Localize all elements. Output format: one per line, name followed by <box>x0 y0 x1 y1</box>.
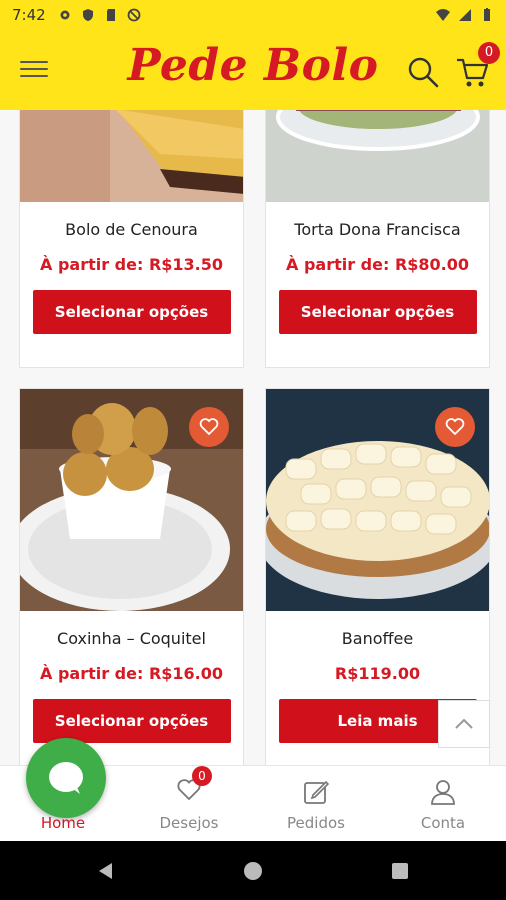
shield-icon <box>82 9 93 21</box>
product-price: À partir de: R$80.00 <box>285 255 470 274</box>
app-header: Pede Bolo <box>0 30 506 110</box>
cart-count-badge: 0 <box>478 42 500 64</box>
product-name[interactable]: Coxinha – Coquitel <box>20 629 243 648</box>
app-screen: 7:42 Pede Bolo 0 Bolo de Cenoura À parti… <box>0 0 506 900</box>
chat-bubble-icon <box>49 762 83 794</box>
status-time: 7:42 <box>12 6 46 24</box>
nav-item-orders[interactable]: Pedidos <box>253 766 379 842</box>
chevron-up-icon <box>455 719 473 729</box>
recents-icon[interactable] <box>390 861 410 881</box>
heart-icon <box>199 418 219 436</box>
product-price: À partir de: R$13.50 <box>39 255 224 274</box>
product-image <box>266 110 489 202</box>
select-options-button[interactable]: Selecionar opções <box>32 699 231 743</box>
wishlist-count-badge: 0 <box>192 766 212 786</box>
wifi-icon <box>436 9 450 21</box>
product-image <box>20 389 243 611</box>
edit-icon <box>304 780 330 804</box>
product-image <box>20 110 243 202</box>
select-options-button[interactable]: Selecionar opções <box>278 290 477 334</box>
gear-icon <box>60 10 70 20</box>
nav-item-wishlist[interactable]: Desejos <box>126 766 252 842</box>
user-icon <box>431 780 455 805</box>
nav-item-label: Conta <box>420 814 466 832</box>
signal-icon <box>459 9 471 21</box>
product-name[interactable]: Banoffee <box>266 629 489 648</box>
status-notification-icons <box>58 8 141 22</box>
battery-icon <box>484 8 490 21</box>
status-bar: 7:42 <box>0 0 506 30</box>
product-card[interactable]: Bolo de Cenoura À partir de: R$13.50 Sel… <box>19 110 244 368</box>
product-name[interactable]: Torta Dona Francisca <box>266 220 489 239</box>
scroll-to-top-button[interactable] <box>438 700 490 748</box>
torta-image <box>266 110 489 202</box>
system-navigation-bar <box>0 841 506 900</box>
product-price: R$119.00 <box>334 664 421 683</box>
search-icon[interactable] <box>405 54 441 90</box>
add-to-wishlist-button[interactable] <box>189 407 229 447</box>
product-price: À partir de: R$16.00 <box>39 664 224 683</box>
chat-button[interactable] <box>26 738 106 818</box>
blocked-icon <box>127 8 141 22</box>
product-name[interactable]: Bolo de Cenoura <box>20 220 243 239</box>
home-icon[interactable] <box>243 861 263 881</box>
carrot-cake-image <box>20 110 243 202</box>
sd-card-icon <box>106 9 115 21</box>
status-system-icons <box>436 8 494 22</box>
heart-icon <box>445 418 465 436</box>
product-card[interactable]: Torta Dona Francisca À partir de: R$80.0… <box>265 110 490 368</box>
nav-item-label: Pedidos <box>287 814 345 832</box>
nav-item-label: Desejos <box>159 814 219 832</box>
back-icon[interactable] <box>96 861 116 881</box>
product-card[interactable]: Coxinha – Coquitel À partir de: R$16.00 … <box>19 388 244 765</box>
add-to-wishlist-button[interactable] <box>435 407 475 447</box>
nav-item-account[interactable]: Conta <box>380 766 506 842</box>
select-options-button[interactable]: Selecionar opções <box>32 290 231 334</box>
product-image <box>266 389 489 611</box>
product-grid: Bolo de Cenoura À partir de: R$13.50 Sel… <box>0 110 506 765</box>
